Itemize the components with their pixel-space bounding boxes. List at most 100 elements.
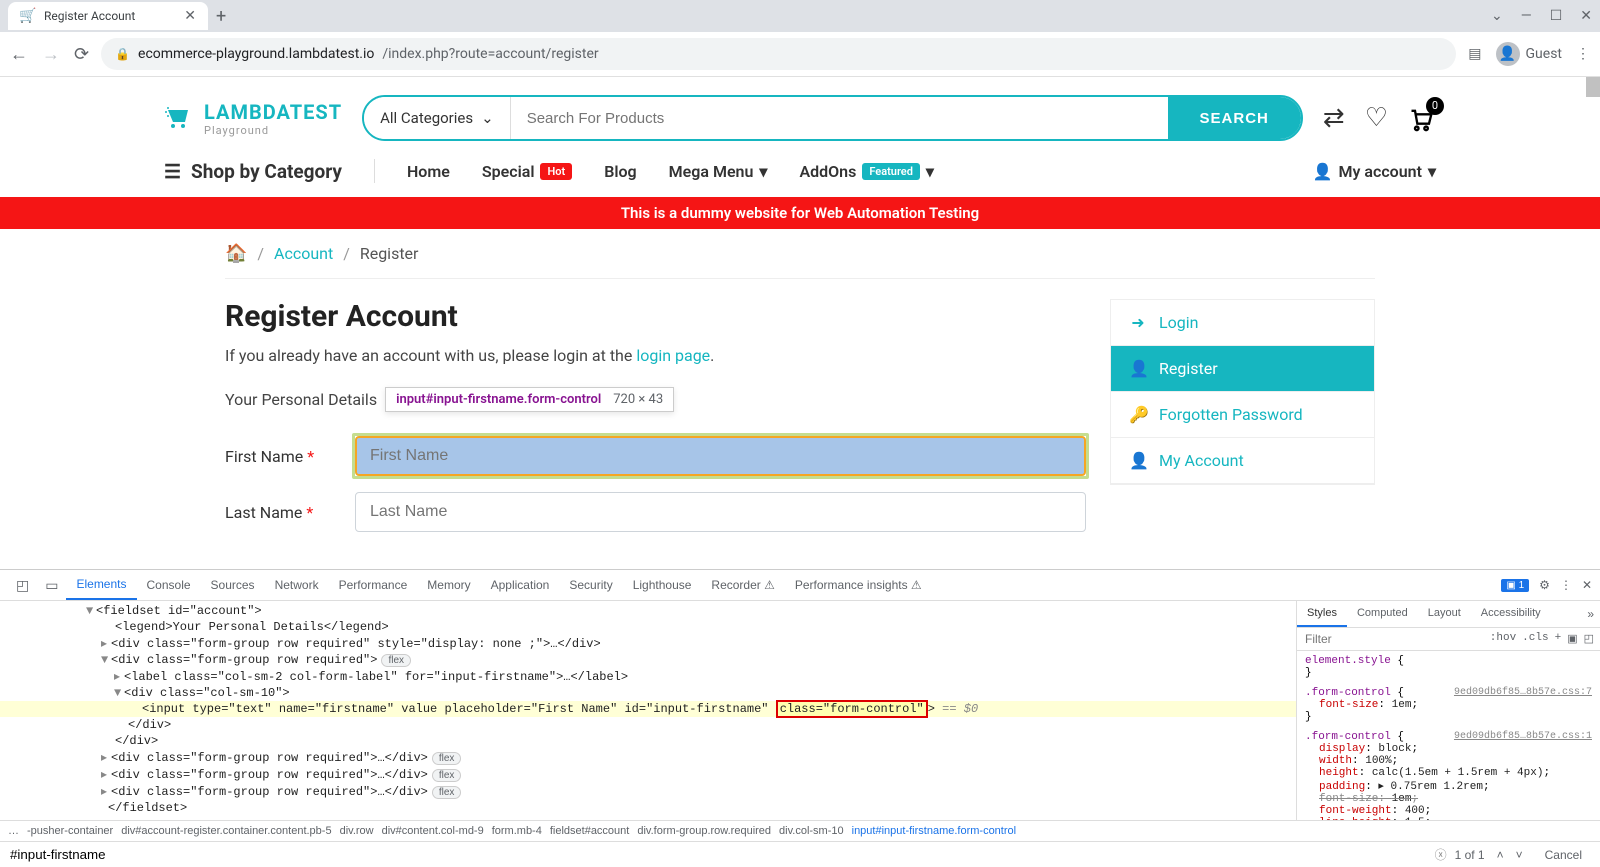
menu-icon[interactable]: ⋮ (1576, 46, 1590, 62)
caret-down-icon: ▾ (759, 162, 767, 181)
dt-tab-recorder[interactable]: Recorder ⚠ (701, 571, 784, 599)
back-icon[interactable]: ← (10, 44, 28, 65)
styles-tab-styles[interactable]: Styles (1297, 601, 1347, 627)
clear-search-icon[interactable]: ⓧ (1435, 846, 1447, 863)
computed-toggle-icon[interactable]: ▣ (1567, 632, 1577, 646)
more-tabs-icon[interactable]: » (1581, 601, 1600, 627)
hov-toggle[interactable]: :hov (1490, 632, 1516, 646)
styles-tab-computed[interactable]: Computed (1347, 601, 1418, 627)
elements-search-input[interactable] (8, 845, 1427, 864)
prev-match-icon[interactable]: ˄ (1493, 848, 1508, 862)
search-count: 1 of 1 (1455, 848, 1485, 862)
dt-tab-lighthouse[interactable]: Lighthouse (623, 571, 702, 599)
cancel-search-button[interactable]: Cancel (1535, 846, 1592, 864)
dt-tab-performance[interactable]: Performance (329, 571, 418, 599)
menu-mega[interactable]: Mega Menu ▾ (669, 162, 768, 181)
cart-badge: 0 (1426, 97, 1444, 115)
chevron-down-icon[interactable]: ⌄ (1491, 8, 1503, 24)
dt-tab-insights[interactable]: Performance insights ⚠ (785, 571, 932, 599)
tooltip-dimensions: 720 × 43 (613, 392, 663, 407)
login-icon: ➜ (1129, 313, 1147, 332)
tab-bar: 🛒 Register Account ✕ + ⌄ — ☐ ✕ (0, 0, 1600, 32)
forward-icon[interactable]: → (42, 44, 60, 65)
styles-tab-a11y[interactable]: Accessibility (1471, 601, 1551, 627)
reading-list-icon[interactable]: ▤ (1468, 46, 1481, 62)
scrollbar[interactable] (1586, 77, 1600, 97)
logo[interactable]: LAMBDATEST Playground (164, 100, 342, 137)
elements-search: ⓧ 1 of 1 ˄ ˅ Cancel (0, 841, 1600, 867)
guest-pill[interactable]: 👤 Guest (1496, 42, 1562, 66)
selected-element-line[interactable]: <input type="text" name="firstname" valu… (0, 701, 1296, 717)
maximize-icon[interactable]: ☐ (1550, 8, 1563, 24)
browser-tab[interactable]: 🛒 Register Account ✕ (8, 2, 208, 30)
url-bar[interactable]: 🔒 ecommerce-playground.lambdatest.io/ind… (101, 38, 1456, 70)
sidebar-item-register[interactable]: 👤 Register (1111, 346, 1374, 392)
nav-bar: ← → ⟳ 🔒 ecommerce-playground.lambdatest.… (0, 32, 1600, 77)
styles-filter-input[interactable] (1297, 628, 1484, 650)
box-model-icon[interactable]: ◰ (1584, 632, 1594, 646)
fieldset-legend: Your Personal Details (225, 390, 377, 409)
reload-icon[interactable]: ⟳ (74, 44, 89, 65)
breadcrumb-register: Register (360, 244, 419, 263)
devtools-panel: ◰ ▭ Elements Console Sources Network Per… (0, 569, 1600, 867)
last-name-row: Last Name * (225, 492, 1086, 532)
kebab-icon[interactable]: ⋮ (1560, 578, 1572, 592)
sidebar-item-login[interactable]: ➜ Login (1111, 300, 1374, 346)
styles-tab-layout[interactable]: Layout (1418, 601, 1471, 627)
first-name-input[interactable] (355, 436, 1086, 476)
user-icon: 👤 (1129, 451, 1147, 470)
dt-tab-memory[interactable]: Memory (417, 571, 480, 599)
menu-account[interactable]: 👤 My account ▾ (1313, 162, 1436, 181)
user-plus-icon: 👤 (1129, 359, 1147, 378)
legend-row: Your Personal Details input#input-firstn… (225, 387, 1086, 412)
menu-special[interactable]: Special Hot (482, 162, 572, 181)
elements-panel[interactable]: ⋯ ▼<fieldset id="account"> <legend>Your … (0, 601, 1296, 820)
close-icon[interactable]: ✕ (184, 8, 196, 24)
elements-breadcrumb[interactable]: …-pusher-containerdiv#account-register.c… (0, 820, 1600, 841)
css-rules[interactable]: element.style {}9ed09db6f85…8b57e.css:7.… (1297, 651, 1600, 820)
tooltip-selector: input#input-firstname.form-control (396, 392, 601, 407)
close-devtools-icon[interactable]: ✕ (1582, 578, 1592, 592)
dt-tab-application[interactable]: Application (481, 571, 560, 599)
issue-badge[interactable]: ▣ 1 (1501, 579, 1529, 592)
last-name-label: Last Name * (225, 503, 355, 522)
wishlist-icon[interactable]: ♡ (1365, 103, 1388, 133)
dt-tab-console[interactable]: Console (137, 571, 201, 599)
cls-toggle[interactable]: .cls (1522, 632, 1548, 646)
shop-by-category[interactable]: ☰ Shop by Category (164, 160, 342, 183)
breadcrumb: 🏠 / Account / Register (225, 229, 1375, 279)
compare-icon[interactable]: ⇄ (1323, 103, 1345, 133)
search-wrap: All Categories ⌄ SEARCH (362, 95, 1303, 141)
dt-tab-sources[interactable]: Sources (201, 571, 265, 599)
menu-blog[interactable]: Blog (604, 162, 636, 181)
breadcrumb-account[interactable]: Account (274, 244, 333, 263)
search-input[interactable] (511, 97, 1168, 139)
new-rule-button[interactable]: + (1555, 632, 1562, 646)
inspector-tooltip: input#input-firstname.form-control 720 ×… (385, 387, 674, 412)
inspect-icon[interactable]: ◰ (8, 571, 37, 600)
category-select[interactable]: All Categories ⌄ (364, 97, 511, 139)
login-page-link[interactable]: login page (636, 346, 710, 365)
search-button[interactable]: SEARCH (1168, 97, 1301, 139)
styles-panel: Styles Computed Layout Accessibility » :… (1296, 601, 1600, 820)
dt-tab-network[interactable]: Network (265, 571, 329, 599)
favicon: 🛒 (20, 8, 36, 24)
caret-down-icon: ▾ (926, 162, 934, 181)
new-tab-button[interactable]: + (216, 6, 226, 27)
dt-tab-security[interactable]: Security (559, 571, 622, 599)
menu-home[interactable]: Home (407, 162, 450, 181)
sidebar-item-forgotten[interactable]: 🔑 Forgotten Password (1111, 392, 1374, 438)
minimize-icon[interactable]: — (1521, 8, 1532, 24)
cart-icon[interactable]: 0 (1408, 103, 1436, 133)
settings-icon[interactable]: ⚙ (1539, 578, 1550, 592)
home-icon[interactable]: 🏠 (225, 243, 247, 264)
next-match-icon[interactable]: ˅ (1512, 848, 1527, 862)
last-name-input[interactable] (355, 492, 1086, 532)
dt-tab-elements[interactable]: Elements (66, 570, 136, 600)
device-icon[interactable]: ▭ (37, 571, 66, 600)
sidebar-item-account[interactable]: 👤 My Account (1111, 438, 1374, 484)
menu-addons[interactable]: AddOns Featured ▾ (799, 162, 934, 181)
hot-badge: Hot (540, 163, 572, 180)
close-window-icon[interactable]: ✕ (1580, 8, 1592, 24)
avatar-icon: 👤 (1496, 42, 1520, 66)
